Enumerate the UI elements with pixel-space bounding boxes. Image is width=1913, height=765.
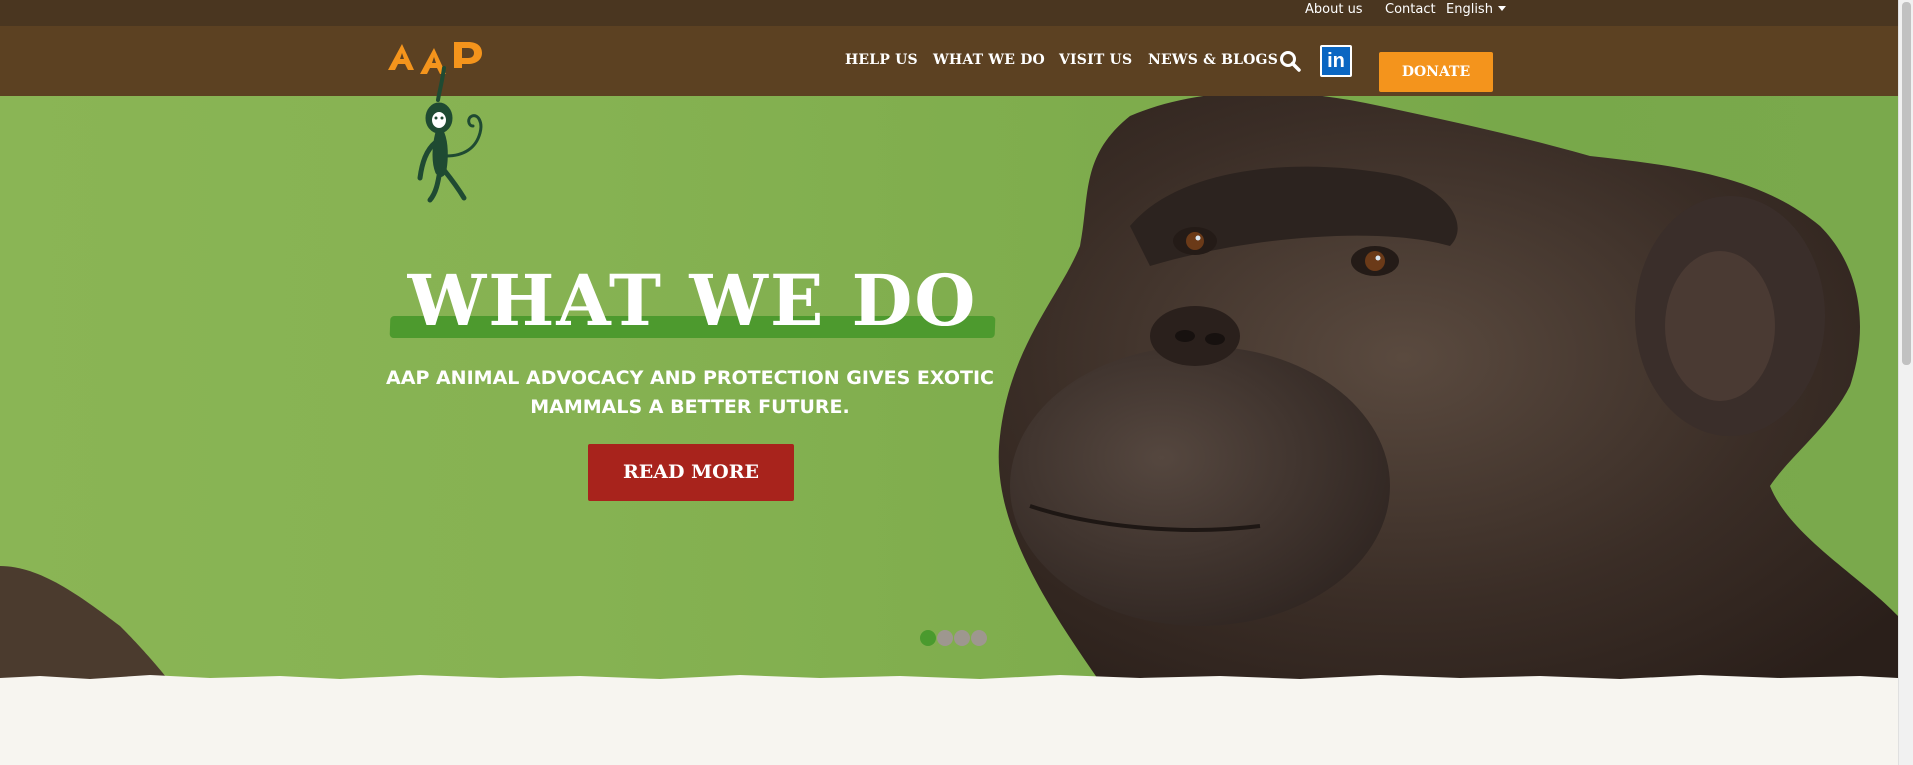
nav-help-us[interactable]: HELP US [845, 52, 918, 68]
about-us-link[interactable]: About us [1305, 0, 1363, 26]
scrollbar-thumb[interactable] [1902, 2, 1911, 365]
monkey-icon [417, 66, 483, 203]
vertical-scrollbar[interactable] [1898, 0, 1913, 765]
language-label: English [1446, 2, 1493, 17]
nav-news-blogs[interactable]: NEWS & BLOGS [1148, 52, 1278, 68]
slider-dot-2[interactable] [937, 630, 953, 646]
linkedin-icon[interactable]: in [1320, 45, 1352, 77]
nav-what-we-do[interactable]: WHAT WE DO [933, 52, 1045, 68]
torn-edge-divider [0, 675, 1898, 688]
slider-dot-4[interactable] [971, 630, 987, 646]
hero-title: WHAT WE DO [407, 259, 978, 342]
slider-dot-3[interactable] [954, 630, 970, 646]
search-icon[interactable] [1279, 50, 1301, 72]
language-selector[interactable]: English [1446, 0, 1506, 26]
aap-logo[interactable] [384, 38, 514, 223]
slider-dot-1[interactable] [920, 630, 936, 646]
logo-letters [388, 42, 482, 74]
slider-dots [920, 630, 988, 646]
hero-subtitle: AAP ANIMAL ADVOCACY AND PROTECTION GIVES… [386, 367, 994, 418]
nav-visit-us[interactable]: VISIT US [1059, 52, 1132, 68]
main-navbar: HELP US WHAT WE DO VISIT US NEWS & BLOGS… [0, 26, 1898, 96]
contact-link[interactable]: Contact [1385, 0, 1436, 26]
hero-slider: WHAT WE DO AAP ANIMAL ADVOCACY AND PROTE… [0, 96, 1898, 682]
donate-button[interactable]: DONATE [1379, 52, 1493, 92]
caret-down-icon [1497, 6, 1506, 11]
hero-title-block: WHAT WE DO [389, 256, 996, 356]
read-more-button[interactable]: READ MORE [588, 444, 794, 501]
top-utility-bar: About us Contact English [0, 0, 1898, 26]
page-content-area [0, 688, 1898, 765]
